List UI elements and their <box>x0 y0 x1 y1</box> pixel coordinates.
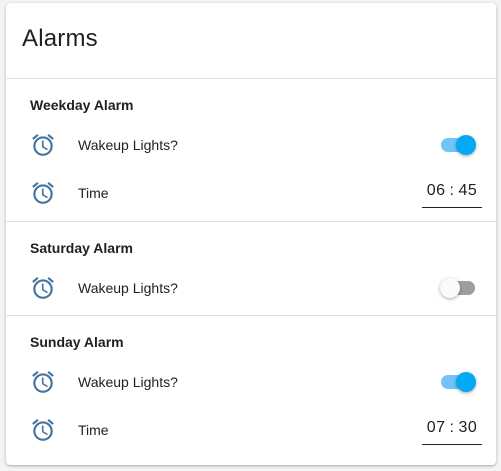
toggle-thumb <box>456 135 476 155</box>
section-saturday-alarm: Saturday Alarm Wakeup Lights? <box>6 222 496 316</box>
time-minute[interactable]: 30 <box>458 414 477 442</box>
section-title-weekday: Weekday Alarm <box>30 97 134 113</box>
row-sunday-time: Time 07:30 <box>6 410 496 450</box>
weekday-time-input[interactable]: 06:45 <box>422 177 482 208</box>
alarm-clock-icon <box>32 371 54 393</box>
weekday-wakeup-lights-toggle[interactable] <box>440 135 476 155</box>
time-separator: : <box>449 419 455 436</box>
alarms-card: Alarms Weekday Alarm Wakeup Lights? Time… <box>6 3 496 465</box>
section-weekday-alarm: Weekday Alarm Wakeup Lights? Time 06:45 <box>6 79 496 222</box>
row-sunday-wakeup-lights: Wakeup Lights? <box>6 362 496 402</box>
section-title-sunday: Sunday Alarm <box>30 334 124 350</box>
toggle-thumb <box>456 372 476 392</box>
wakeup-lights-label: Wakeup Lights? <box>78 137 178 153</box>
time-label: Time <box>78 422 109 438</box>
time-minute[interactable]: 45 <box>458 177 477 205</box>
sunday-wakeup-lights-toggle[interactable] <box>440 372 476 392</box>
row-weekday-time: Time 06:45 <box>6 173 496 213</box>
sunday-time-input[interactable]: 07:30 <box>422 414 482 445</box>
alarm-clock-icon <box>32 419 54 441</box>
row-saturday-wakeup-lights: Wakeup Lights? <box>6 268 496 308</box>
wakeup-lights-label: Wakeup Lights? <box>78 374 178 390</box>
alarm-clock-icon <box>32 277 54 299</box>
time-hour[interactable]: 06 <box>427 177 446 205</box>
card-header: Alarms <box>6 3 496 79</box>
row-weekday-wakeup-lights: Wakeup Lights? <box>6 125 496 165</box>
time-separator: : <box>449 182 455 199</box>
alarm-clock-icon <box>32 134 54 156</box>
time-hour[interactable]: 07 <box>427 414 446 442</box>
card-title: Alarms <box>22 25 98 52</box>
time-label: Time <box>78 185 109 201</box>
section-sunday-alarm: Sunday Alarm Wakeup Lights? Time 07:30 <box>6 316 496 465</box>
section-title-saturday: Saturday Alarm <box>30 240 133 256</box>
toggle-thumb <box>440 278 460 298</box>
wakeup-lights-label: Wakeup Lights? <box>78 280 178 296</box>
alarm-clock-icon <box>32 182 54 204</box>
saturday-wakeup-lights-toggle[interactable] <box>440 278 476 298</box>
